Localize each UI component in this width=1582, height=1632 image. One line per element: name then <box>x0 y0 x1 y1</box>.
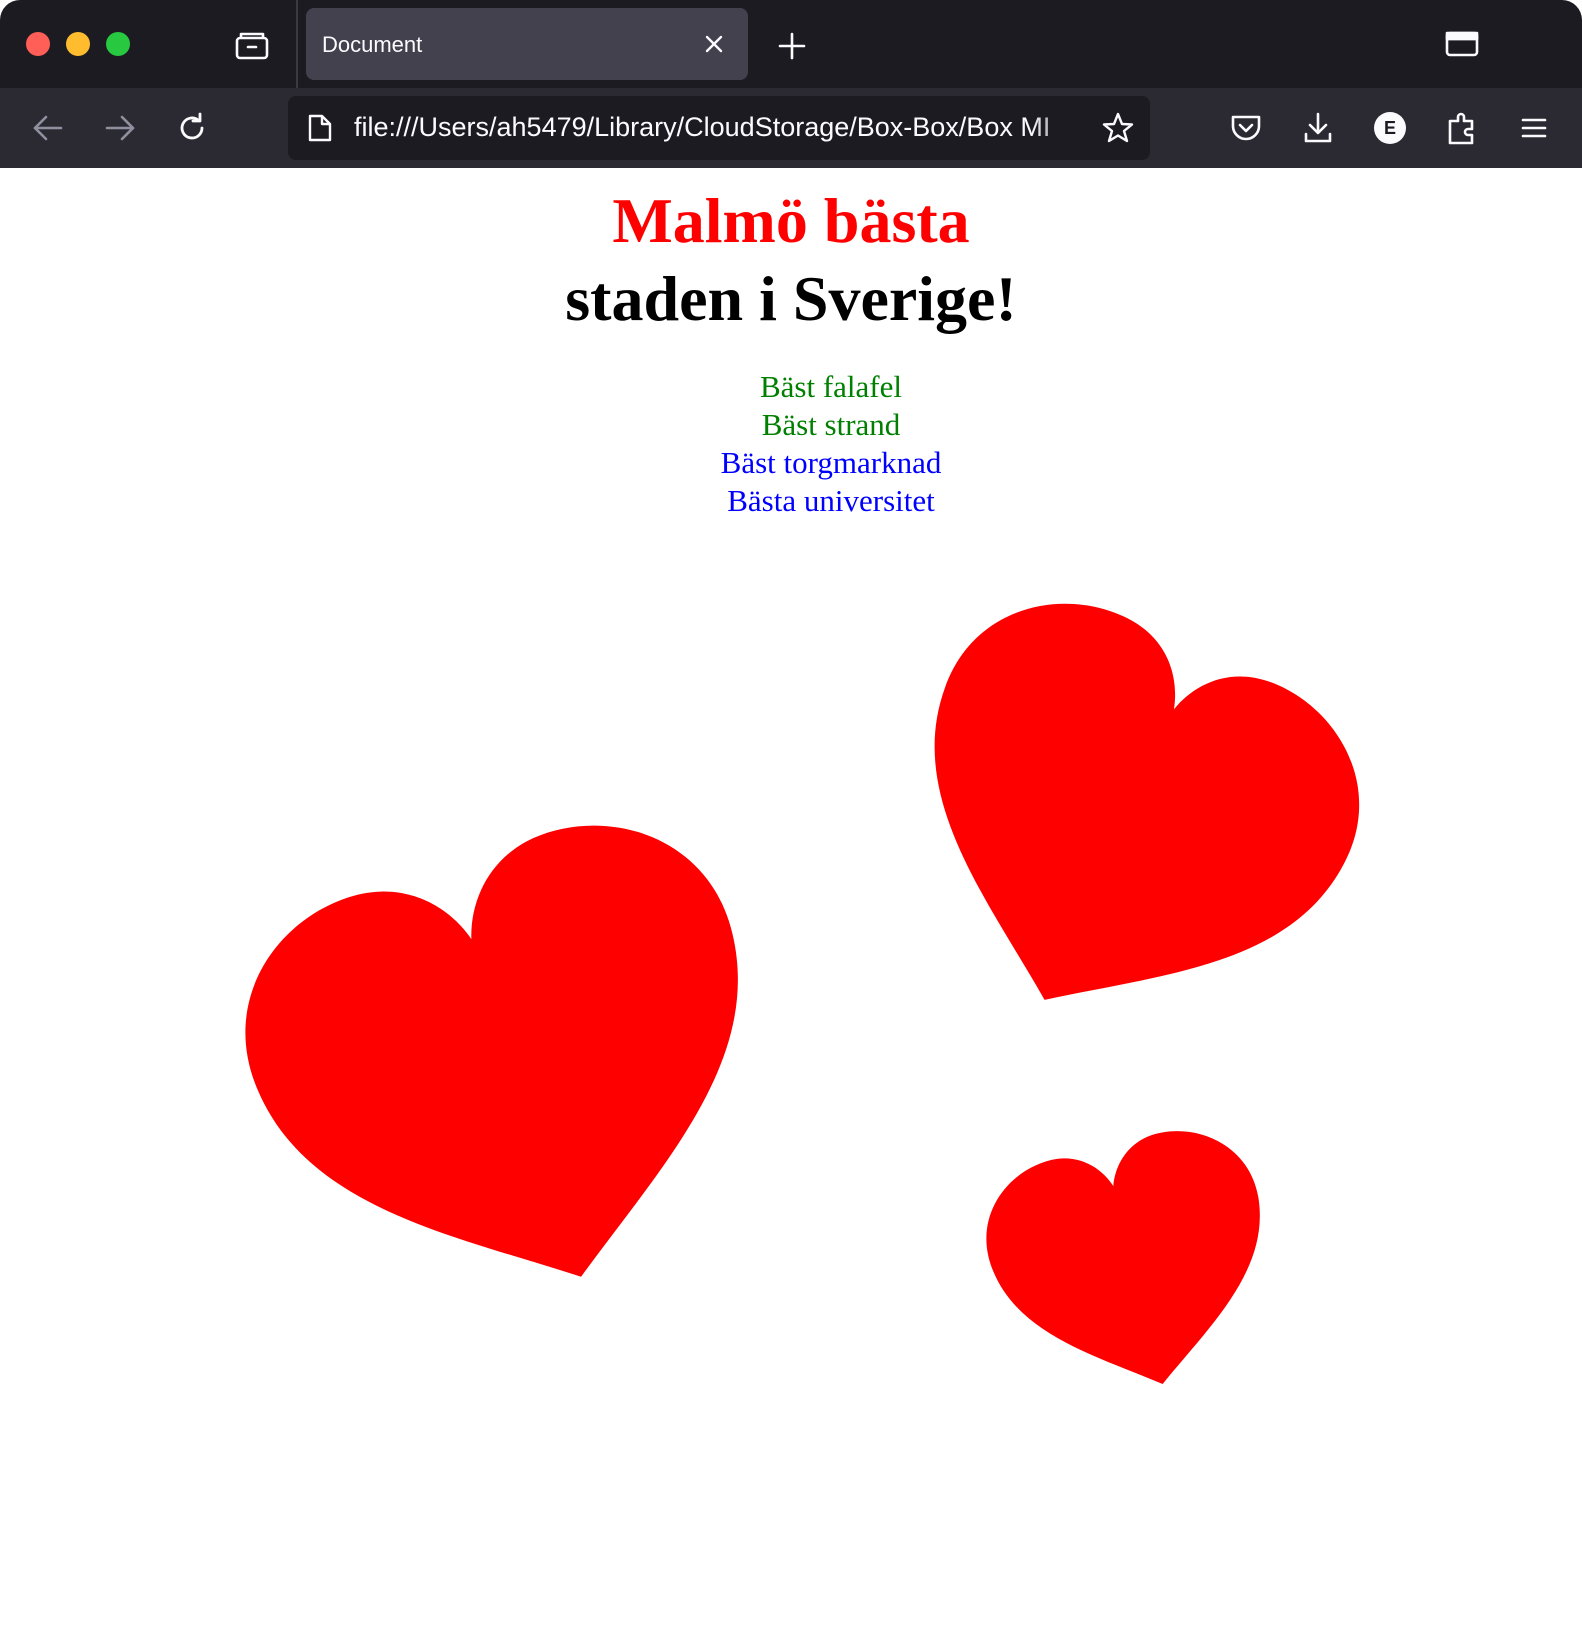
url-bar[interactable]: file:///Users/ah5479/Library/CloudStorag… <box>288 96 1150 160</box>
heading-black: staden i Sverige! <box>565 263 1017 334</box>
tab-strip: Document <box>0 0 1582 88</box>
list-item: Bäst strand <box>761 407 901 442</box>
best-list: Bäst falafel Bäst strand Bäst torgmarkna… <box>0 368 1582 520</box>
tab-overview-icon[interactable] <box>228 26 276 64</box>
page-content: Malmö bästa staden i Sverige! Bäst falaf… <box>0 168 1582 1632</box>
list-item: Bästa universitet <box>727 483 935 518</box>
reload-icon[interactable] <box>170 106 214 150</box>
window-close-button[interactable] <box>26 32 50 56</box>
page-heading: Malmö bästa staden i Sverige! <box>0 182 1582 338</box>
hamburger-icon[interactable] <box>1512 106 1556 150</box>
pocket-icon[interactable] <box>1224 106 1268 150</box>
star-icon[interactable] <box>1100 110 1136 146</box>
browser-window: Document file:///Users/ah5479/Library/Cl… <box>0 0 1582 1632</box>
tab-title: Document <box>322 32 423 57</box>
tab-document[interactable]: Document <box>306 8 748 80</box>
heart-icon <box>245 825 738 1277</box>
heart-icon <box>986 1131 1260 1384</box>
tab-divider <box>296 0 298 88</box>
list-item: Bäst falafel <box>759 369 902 404</box>
nav-toolbar: file:///Users/ah5479/Library/CloudStorag… <box>0 88 1582 168</box>
heading-red: Malmö bästa <box>612 185 970 256</box>
window-minimize-button[interactable] <box>66 32 90 56</box>
tab-list-icon[interactable] <box>1440 26 1484 62</box>
close-icon[interactable] <box>700 30 728 58</box>
plus-icon[interactable] <box>772 26 812 66</box>
download-icon[interactable] <box>1296 106 1340 150</box>
page-icon <box>304 112 336 144</box>
list-item: Bäst torgmarknad <box>720 445 942 480</box>
svg-text:E: E <box>1384 118 1396 138</box>
arrow-right-icon[interactable] <box>98 106 142 150</box>
extension-e-icon[interactable]: E <box>1368 106 1412 150</box>
url-text[interactable]: file:///Users/ah5479/Library/CloudStorag… <box>354 112 1090 143</box>
arrow-left-icon[interactable] <box>26 106 70 150</box>
puzzle-icon[interactable] <box>1440 106 1484 150</box>
heart-icon <box>934 603 1360 1000</box>
window-maximize-button[interactable] <box>106 32 130 56</box>
